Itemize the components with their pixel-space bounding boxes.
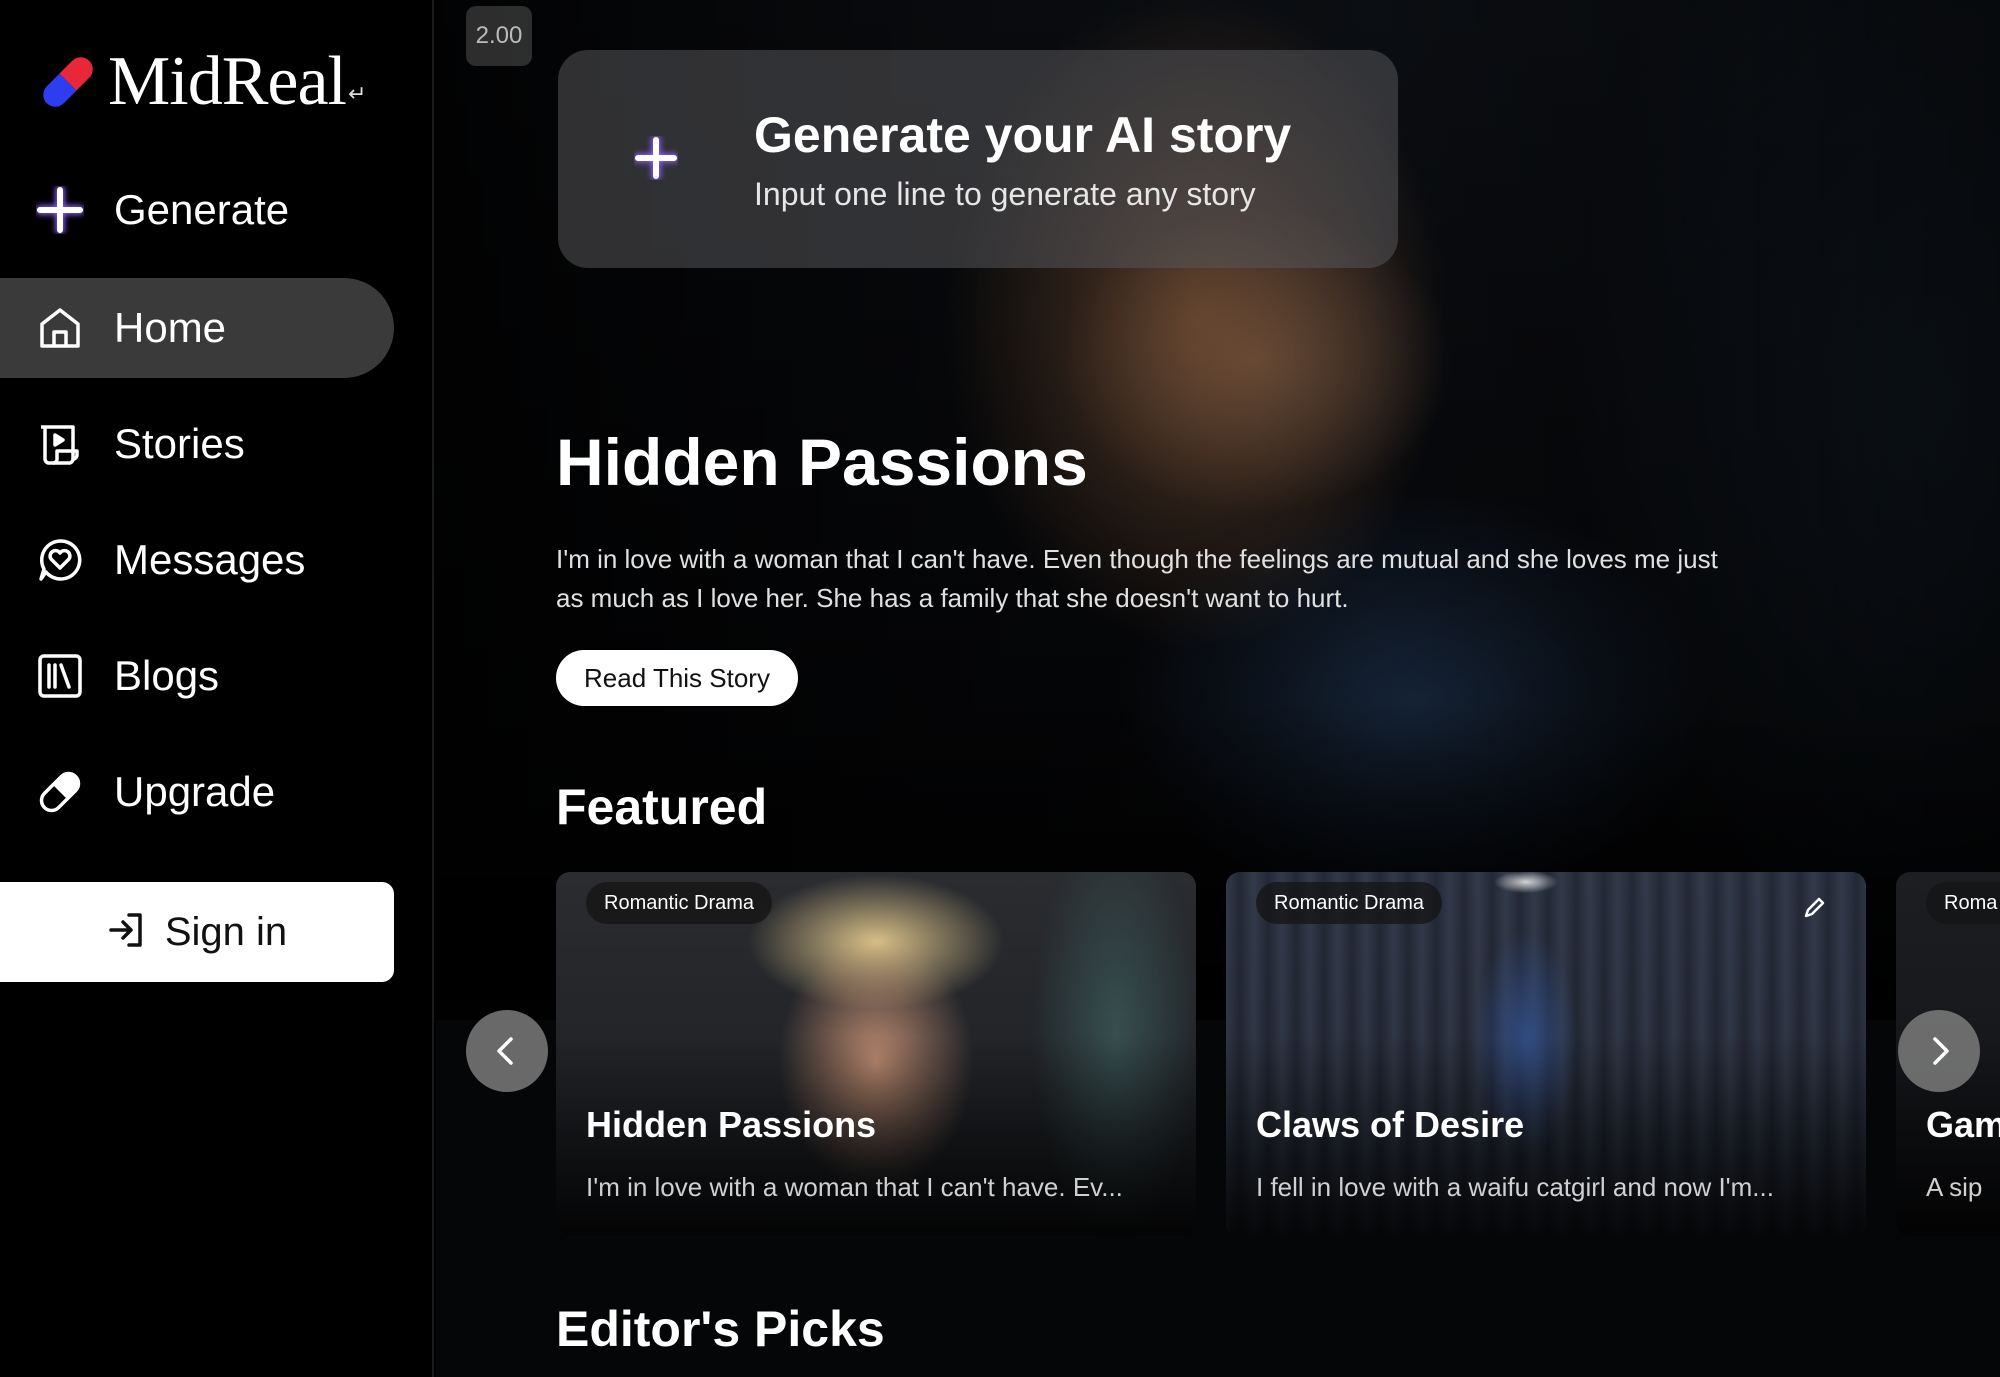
sidebar-item-label: Stories	[114, 420, 245, 467]
generate-card-title: Generate your AI story	[754, 107, 1292, 163]
featured-card[interactable]: Romantic Drama Claws of Desire I fell in…	[1226, 872, 1866, 1236]
genre-tag: Romantic Drama	[586, 882, 773, 924]
sidebar-item-upgrade[interactable]: Upgrade	[0, 742, 394, 842]
sidebar-item-messages[interactable]: Messages	[0, 510, 394, 610]
plus-icon	[34, 184, 86, 236]
sidebar-item-generate[interactable]: Generate	[0, 160, 394, 260]
hero-title: Hidden Passions	[556, 425, 1088, 499]
generate-story-card[interactable]: Generate your AI story Input one line to…	[558, 50, 1398, 268]
app-root: MidReal ↵ Generate Home Stories Messages…	[0, 0, 2000, 1377]
card-description: A sip	[1926, 1172, 1983, 1202]
scroll-icon	[34, 418, 86, 470]
pill-logo-icon	[34, 47, 102, 117]
read-this-story-button[interactable]: Read This Story	[556, 650, 798, 706]
sign-in-icon	[107, 910, 147, 955]
sidebar-item-label: Blogs	[114, 652, 220, 699]
sign-in-button[interactable]: Sign in	[0, 882, 394, 982]
carousel-next-button[interactable]	[1898, 1010, 1980, 1092]
genre-tag: Romantic Drama	[1256, 882, 1443, 924]
playback-speed-badge: 2.00	[466, 6, 532, 66]
brand-logo[interactable]: MidReal ↵	[34, 42, 366, 122]
chevron-right-icon	[1933, 1037, 1949, 1065]
card-description: I fell in love with a waifu catgirl and …	[1256, 1172, 1774, 1202]
featured-section-title: Featured	[556, 779, 768, 835]
featured-card[interactable]: Romantic Drama Hidden Passions I'm in lo…	[556, 872, 1196, 1236]
main-content: 2.00 Generate your AI story Input one li…	[436, 0, 2000, 1377]
card-title: Hidden Passions	[586, 1104, 877, 1145]
pencil-icon[interactable]	[1800, 894, 1828, 922]
editors-picks-section-title: Editor's Picks	[556, 1301, 885, 1357]
chat-heart-icon	[34, 534, 86, 586]
card-title: Claws of Desire	[1256, 1104, 1525, 1145]
sidebar-item-home[interactable]: Home	[0, 278, 394, 378]
generate-card-subtitle: Input one line to generate any story	[754, 176, 1256, 212]
carousel-prev-button[interactable]	[466, 1010, 548, 1092]
sidebar-item-stories[interactable]: Stories	[0, 394, 394, 494]
home-icon	[34, 302, 86, 354]
genre-tag: Roma	[1926, 882, 2000, 924]
chevron-left-icon	[497, 1037, 513, 1065]
library-icon	[34, 650, 86, 702]
sidebar: MidReal ↵ Generate Home Stories Messages…	[0, 0, 434, 1377]
brand-name: MidReal	[108, 43, 347, 120]
pill-icon	[34, 766, 86, 818]
brand-mark: ↵	[347, 81, 367, 106]
sign-in-label: Sign in	[164, 909, 288, 954]
sidebar-item-label: Home	[114, 304, 227, 351]
card-description: I'm in love with a woman that I can't ha…	[586, 1172, 1123, 1202]
plus-icon	[630, 132, 682, 184]
hero-description: I'm in love with a woman that I can't ha…	[556, 544, 1718, 613]
sidebar-item-label: Upgrade	[114, 768, 276, 815]
sidebar-item-label: Generate	[114, 186, 290, 233]
card-title: Gam	[1926, 1104, 2000, 1145]
sidebar-item-blogs[interactable]: Blogs	[0, 626, 394, 726]
sidebar-item-label: Messages	[114, 536, 306, 583]
